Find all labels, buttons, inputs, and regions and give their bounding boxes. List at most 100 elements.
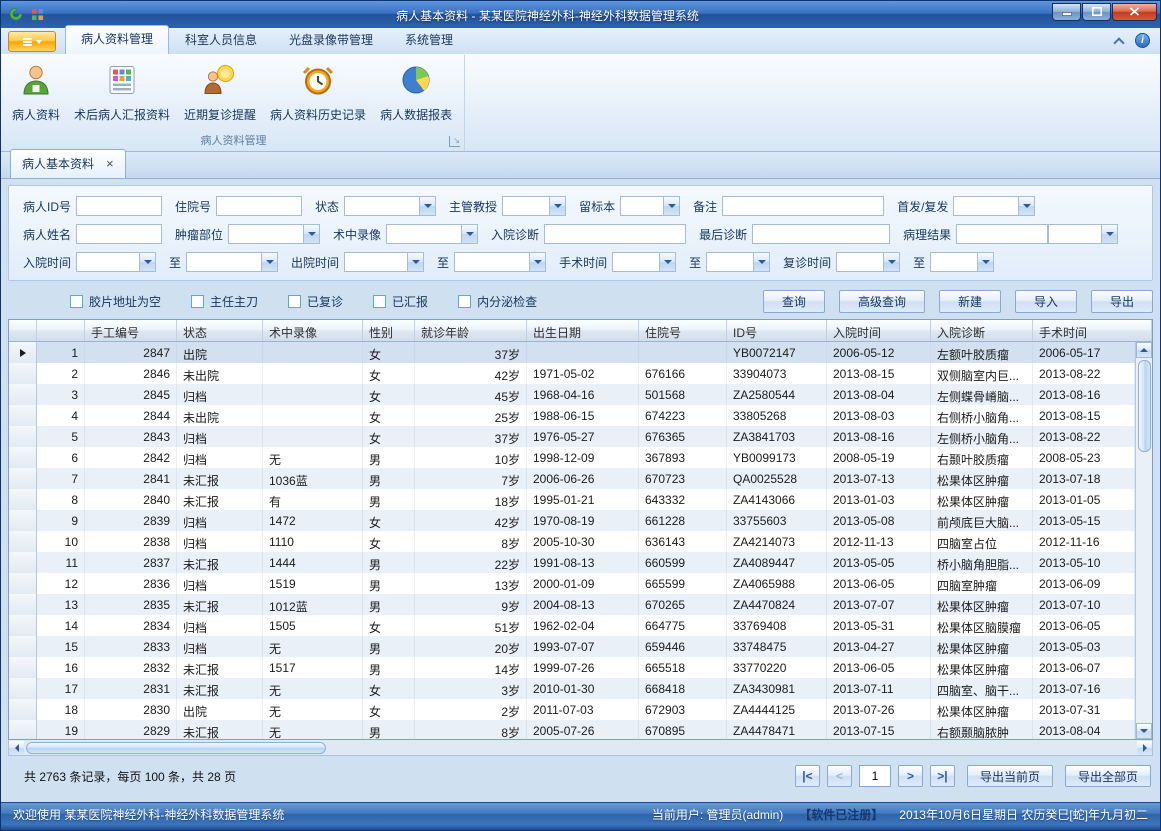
- revisit-date-to-dropdown-button[interactable]: [977, 253, 993, 271]
- column-header-manual-no[interactable]: 手工编号: [85, 320, 177, 341]
- patient-data-button[interactable]: 病人资料: [5, 58, 67, 125]
- discharge-date-from-combo[interactable]: [344, 252, 424, 272]
- table-row[interactable]: 152833归档无男20岁1993-07-0765944633748475201…: [9, 636, 1135, 657]
- reported-checkbox[interactable]: [373, 295, 386, 308]
- first-or-relapse-combo[interactable]: [953, 196, 1035, 216]
- tab-patient-basic-data[interactable]: 病人基本资料 ×: [10, 149, 126, 178]
- app-logo-icon[interactable]: [8, 6, 24, 25]
- info-icon[interactable]: i: [1135, 33, 1150, 48]
- patient-report-button[interactable]: 病人数据报表: [373, 58, 459, 125]
- table-row[interactable]: 42844未出院女25岁1988-06-15674223338052682013…: [9, 405, 1135, 426]
- intraop-video-dropdown-button[interactable]: [461, 225, 477, 243]
- scroll-left-button[interactable]: [9, 741, 24, 755]
- discharge-date-to-dropdown-button[interactable]: [529, 253, 545, 271]
- first-or-relapse-dropdown-button[interactable]: [1018, 197, 1034, 215]
- discharge-date-to-combo[interactable]: [454, 252, 546, 272]
- query-button[interactable]: 查询: [763, 290, 825, 313]
- grid-vertical-scrollbar[interactable]: [1135, 342, 1152, 739]
- table-row[interactable]: 62842归档无男10岁1998-12-09367893YB0099173200…: [9, 447, 1135, 468]
- patient-name-input[interactable]: [76, 224, 162, 244]
- admit-date-from-combo[interactable]: [76, 252, 156, 272]
- table-row[interactable]: 192829未汇报无男8岁2005-07-26670895ZA447847120…: [9, 720, 1135, 739]
- specimen-combo[interactable]: [620, 196, 680, 216]
- page-number-input[interactable]: [859, 765, 891, 787]
- revisited-checkbox[interactable]: [288, 295, 301, 308]
- horizontal-scroll-thumb[interactable]: [26, 742, 326, 754]
- column-header-visit-age[interactable]: 就诊年龄: [415, 320, 527, 341]
- vertical-scroll-thumb[interactable]: [1138, 360, 1151, 452]
- scroll-down-button[interactable]: [1136, 723, 1152, 739]
- admit-date-from-dropdown-button[interactable]: [139, 253, 155, 271]
- pathology-result-select-dropdown-button[interactable]: [1101, 225, 1117, 243]
- column-header-birth-date[interactable]: 出生日期: [527, 320, 639, 341]
- dialog-launcher-icon[interactable]: ↘: [449, 136, 460, 147]
- specimen-dropdown-button[interactable]: [663, 197, 679, 215]
- ribbon-tab-department-staff-info[interactable]: 科室人员信息: [169, 26, 273, 54]
- column-header-admit-diagnosis[interactable]: 入院诊断: [931, 320, 1033, 341]
- ribbon-tab-system-management[interactable]: 系统管理: [389, 26, 469, 54]
- revisit-date-from-combo[interactable]: [836, 252, 900, 272]
- quick-grid-icon[interactable]: [31, 8, 44, 24]
- table-row[interactable]: 182830出院无女2岁2011-07-03672903ZA4444125201…: [9, 699, 1135, 720]
- patient-history-button[interactable]: 病人资料历史记录: [263, 58, 373, 125]
- table-row[interactable]: 102838归档1110女8岁2005-10-30636143ZA4214073…: [9, 531, 1135, 552]
- export-all-pages-button[interactable]: 导出全部页: [1065, 765, 1151, 787]
- table-row[interactable]: 32845归档女45岁1968-04-16501568ZA25805442013…: [9, 384, 1135, 405]
- first-page-button[interactable]: |<: [795, 765, 820, 787]
- export-button[interactable]: 导出: [1091, 290, 1153, 313]
- table-row[interactable]: 142834归档1505女51岁1962-02-0466477533769408…: [9, 615, 1135, 636]
- prev-page-button[interactable]: <: [827, 765, 852, 787]
- tumor-site-dropdown-button[interactable]: [303, 225, 319, 243]
- export-current-page-button[interactable]: 导出当前页: [967, 765, 1053, 787]
- surgery-date-to-dropdown-button[interactable]: [753, 253, 769, 271]
- admission-diagnosis-input[interactable]: [544, 224, 686, 244]
- pathology-result-select-combo[interactable]: [1048, 224, 1118, 244]
- admit-date-to-dropdown-button[interactable]: [261, 253, 277, 271]
- final-diagnosis-input[interactable]: [752, 224, 890, 244]
- column-header-status[interactable]: 状态: [177, 320, 263, 341]
- intraop-video-combo[interactable]: [386, 224, 478, 244]
- surgery-date-from-dropdown-button[interactable]: [659, 253, 675, 271]
- last-page-button[interactable]: >|: [930, 765, 955, 787]
- import-button[interactable]: 导入: [1015, 290, 1077, 313]
- admission-no-input[interactable]: [216, 196, 302, 216]
- chief-professor-dropdown-button[interactable]: [549, 197, 565, 215]
- table-row[interactable]: 132835未汇报1012蓝男9岁2004-08-13670265ZA44708…: [9, 594, 1135, 615]
- surgery-date-to-combo[interactable]: [706, 252, 770, 272]
- revisit-date-to-combo[interactable]: [930, 252, 994, 272]
- table-row[interactable]: 22846未出院女42岁1971-05-02676166339040732013…: [9, 363, 1135, 384]
- endocrine-exam-checkbox[interactable]: [458, 295, 471, 308]
- status-dropdown-button[interactable]: [419, 197, 435, 215]
- revisit-reminder-button[interactable]: 近期复诊提醒: [177, 58, 263, 125]
- close-button[interactable]: [1112, 3, 1157, 21]
- chief-professor-combo[interactable]: [502, 196, 566, 216]
- column-header-admission-no[interactable]: 住院号: [639, 320, 727, 341]
- column-header-intraop-video[interactable]: 术中录像: [263, 320, 363, 341]
- collapse-ribbon-icon[interactable]: [1113, 37, 1124, 48]
- tab-close-icon[interactable]: ×: [106, 159, 114, 169]
- remark-input[interactable]: [722, 196, 884, 216]
- table-row[interactable]: 12847出院女37岁YB00721472006-05-12左额叶胶质瘤2006…: [9, 342, 1135, 363]
- advanced-query-button[interactable]: 高级查询: [839, 290, 925, 313]
- scroll-right-button[interactable]: [1137, 741, 1152, 755]
- table-row[interactable]: 122836归档1519男13岁2000-01-09665599ZA406598…: [9, 573, 1135, 594]
- table-row[interactable]: 82840未汇报有男18岁1995-01-21643332ZA414306620…: [9, 489, 1135, 510]
- column-header-surgery-date[interactable]: 手术时间: [1033, 320, 1152, 341]
- table-row[interactable]: 162832未汇报1517男14岁1999-07-266655183377022…: [9, 657, 1135, 678]
- revisit-date-from-dropdown-button[interactable]: [883, 253, 899, 271]
- grid-horizontal-scrollbar[interactable]: [8, 740, 1153, 756]
- discharge-date-from-dropdown-button[interactable]: [407, 253, 423, 271]
- surgery-date-from-combo[interactable]: [612, 252, 676, 272]
- column-header-id-no[interactable]: ID号: [727, 320, 827, 341]
- patient-id-input[interactable]: [76, 196, 162, 216]
- column-header-admit-date[interactable]: 入院时间: [827, 320, 931, 341]
- postop-report-button[interactable]: 术后病人汇报资料: [67, 58, 177, 125]
- ribbon-tab-patient-data-management[interactable]: 病人资料管理: [65, 25, 169, 54]
- column-header-row-number[interactable]: [37, 320, 85, 341]
- ribbon-tab-disc-video-management[interactable]: 光盘录像带管理: [273, 26, 389, 54]
- maximize-button[interactable]: [1082, 3, 1111, 21]
- table-row[interactable]: 92839归档1472女42岁1970-08-19661228337556032…: [9, 510, 1135, 531]
- column-header-gender[interactable]: 性别: [363, 320, 415, 341]
- new-button[interactable]: 新建: [939, 290, 1001, 313]
- pathology-result-input[interactable]: [956, 224, 1048, 244]
